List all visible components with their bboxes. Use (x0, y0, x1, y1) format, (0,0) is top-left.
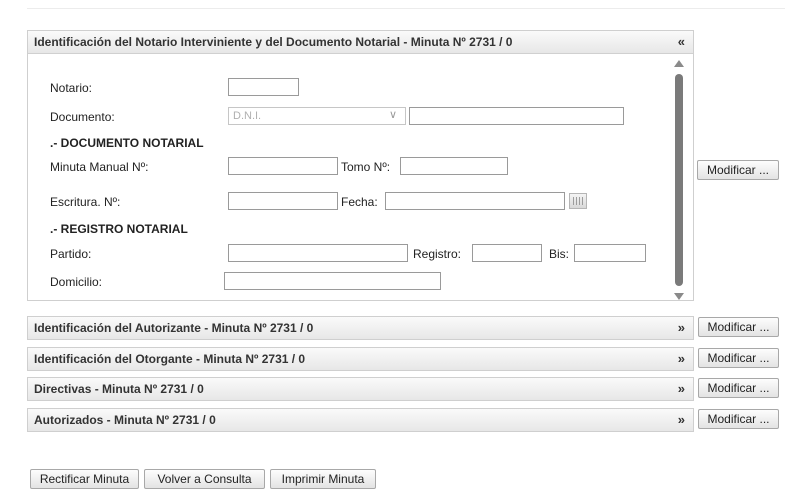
modificar-autorizante-button[interactable]: Modificar ... (698, 317, 779, 337)
imprimir-minuta-button[interactable]: Imprimir Minuta (270, 469, 376, 489)
rectificar-minuta-button[interactable]: Rectificar Minuta (30, 469, 139, 489)
section-registro-notarial: .- REGISTRO NOTARIAL (50, 222, 188, 236)
documento-label: Documento: (50, 110, 115, 124)
notario-input[interactable] (228, 78, 299, 96)
expand-icon[interactable]: » (678, 320, 685, 335)
escritura-input[interactable] (228, 192, 338, 210)
panel-directivas: Directivas - Minuta Nº 2731 / 0 » (27, 377, 694, 401)
expand-icon[interactable]: » (678, 381, 685, 396)
escritura-label: Escritura. Nº: (50, 195, 121, 209)
registro-input[interactable] (472, 244, 542, 262)
expand-icon[interactable]: » (678, 412, 685, 427)
minuta-manual-input[interactable] (228, 157, 338, 175)
fecha-label: Fecha: (341, 195, 378, 209)
chevron-down-icon: ∨ (388, 109, 397, 121)
documento-type-value: D.N.I. (233, 110, 262, 122)
tomo-label: Tomo Nº: (341, 160, 391, 174)
domicilio-label: Domicilio: (50, 275, 103, 289)
expand-icon[interactable]: » (678, 351, 685, 366)
calendar-icon[interactable] (569, 193, 587, 209)
partido-label: Partido: (50, 247, 92, 261)
panel-autorizados-title: Autorizados - Minuta Nº 2731 / 0 (34, 413, 216, 427)
panel-directivas-title: Directivas - Minuta Nº 2731 / 0 (34, 382, 204, 396)
panel-autorizados-header[interactable]: Autorizados - Minuta Nº 2731 / 0 » (28, 409, 693, 431)
bis-label: Bis: (549, 247, 570, 261)
panel-notario-header[interactable]: Identificación del Notario Interviniente… (28, 31, 693, 54)
domicilio-input[interactable] (224, 272, 441, 290)
collapse-icon[interactable]: « (678, 34, 685, 49)
panel-scrollbar[interactable] (674, 60, 686, 300)
panel-autorizante-title: Identificación del Autorizante - Minuta … (34, 321, 314, 335)
modificar-directivas-button[interactable]: Modificar ... (698, 378, 779, 398)
documento-type-select[interactable]: D.N.I. ∨ (228, 107, 406, 125)
volver-a-consulta-button[interactable]: Volver a Consulta (144, 469, 265, 489)
top-divider (27, 8, 785, 9)
panel-directivas-header[interactable]: Directivas - Minuta Nº 2731 / 0 » (28, 378, 693, 400)
documento-number-input[interactable] (409, 107, 624, 125)
minuta-manual-label: Minuta Manual Nº: (50, 160, 149, 174)
modificar-autorizados-button[interactable]: Modificar ... (698, 409, 779, 429)
panel-notario-title: Identificación del Notario Interviniente… (34, 35, 513, 49)
modificar-notario-button[interactable]: Modificar ... (697, 160, 779, 180)
section-documento-notarial: .- DOCUMENTO NOTARIAL (50, 136, 204, 150)
panel-otorgante: Identificación del Otorgante - Minuta Nº… (27, 347, 694, 371)
notario-label: Notario: (50, 81, 93, 95)
scrollbar-thumb[interactable] (675, 74, 683, 286)
panel-autorizante-header[interactable]: Identificación del Autorizante - Minuta … (28, 317, 693, 339)
scroll-up-arrow-icon[interactable] (674, 60, 684, 67)
tomo-input[interactable] (400, 157, 508, 175)
panel-autorizante: Identificación del Autorizante - Minuta … (27, 316, 694, 340)
bis-input[interactable] (574, 244, 646, 262)
panel-otorgante-title: Identificación del Otorgante - Minuta Nº… (34, 352, 306, 366)
modificar-otorgante-button[interactable]: Modificar ... (698, 348, 779, 368)
scroll-down-arrow-icon[interactable] (674, 293, 684, 300)
panel-notario: Identificación del Notario Interviniente… (27, 30, 694, 301)
registro-label: Registro: (413, 247, 462, 261)
panel-notario-body: Notario: Documento: D.N.I. ∨ .- DOCUMENT… (28, 54, 693, 300)
panel-otorgante-header[interactable]: Identificación del Otorgante - Minuta Nº… (28, 348, 693, 370)
fecha-input[interactable] (385, 192, 565, 210)
partido-input[interactable] (228, 244, 408, 262)
panel-autorizados: Autorizados - Minuta Nº 2731 / 0 » (27, 408, 694, 432)
